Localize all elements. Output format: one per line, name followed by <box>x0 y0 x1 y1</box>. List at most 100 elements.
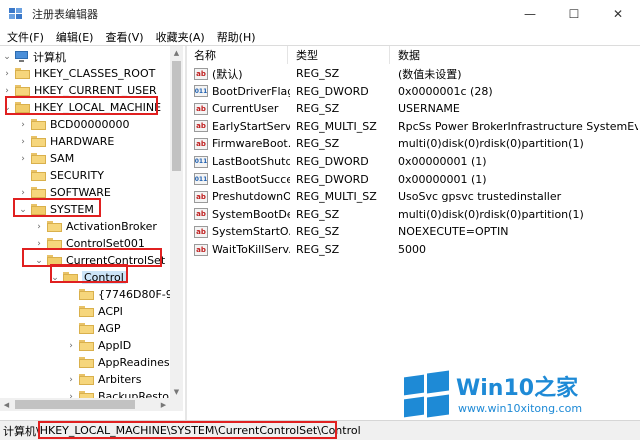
folder-icon <box>79 374 94 385</box>
tree-expander <box>18 167 28 184</box>
scroll-up-icon[interactable]: ▲ <box>170 46 183 59</box>
tree-item[interactable]: › AppID <box>66 337 131 354</box>
tree-item[interactable]: › HKEY_CURRENT_USER <box>2 82 157 99</box>
string-value-icon: ab <box>194 243 208 256</box>
folder-icon <box>31 119 46 130</box>
menu-favorites[interactable]: 收藏夹(A) <box>151 29 210 45</box>
tree-root-computer[interactable]: ⌄ 计算机 <box>2 48 66 65</box>
value-name-cell: 011 LastBootShutd... <box>194 153 290 170</box>
scroll-down-icon[interactable]: ▼ <box>170 385 183 398</box>
value-name: (默认) <box>212 67 243 81</box>
list-item[interactable]: 011 LastBootSucce... REG_DWORD 0x00000001 (… <box>188 171 640 188</box>
value-data-cell: (数值未设置) <box>398 67 462 81</box>
list-item[interactable]: ab CurrentUser REG_SZ USERNAME <box>188 100 640 117</box>
value-type-cell: REG_DWORD <box>296 155 369 168</box>
list-item[interactable]: 011 LastBootShutd... REG_DWORD 0x00000001 (… <box>188 153 640 170</box>
tree-expander[interactable]: › <box>18 150 28 167</box>
tree-item[interactable]: › ControlSet001 <box>34 235 145 252</box>
column-header-data[interactable]: 数据 <box>392 46 640 64</box>
list-header: 名称 类型 数据 <box>188 46 640 64</box>
tree-item[interactable]: ACPI <box>66 303 123 320</box>
tree-expander[interactable]: ⌄ <box>18 201 28 218</box>
tree-item[interactable]: {7746D80F-97 <box>66 286 180 303</box>
tree-item[interactable]: › ActivationBroker <box>34 218 157 235</box>
tree-expander[interactable]: › <box>66 337 76 354</box>
value-data-cell: 5000 <box>398 243 426 256</box>
menu-view[interactable]: 查看(V) <box>100 29 148 45</box>
tree-item-label: AppReadines <box>98 356 170 369</box>
close-button[interactable]: ✕ <box>596 0 640 28</box>
status-path: HKEY_LOCAL_MACHINE\SYSTEM\CurrentControl… <box>39 424 361 437</box>
tree-expander[interactable]: › <box>2 82 12 99</box>
tree-item-label: CurrentControlSet <box>66 254 166 267</box>
value-data-cell: RpcSs Power BrokerInfrastructure SystemE… <box>398 119 638 133</box>
tree-expander[interactable]: ⌄ <box>50 269 60 286</box>
pane-splitter[interactable] <box>185 46 187 420</box>
scroll-thumb[interactable] <box>172 61 181 171</box>
list-item[interactable]: ab EarlyStartServi... REG_MULTI_SZ RpcSs Po… <box>188 118 640 135</box>
scroll-right-icon[interactable]: ▶ <box>157 398 170 411</box>
tree-expander[interactable]: ⌄ <box>2 48 12 65</box>
string-value-icon: ab <box>194 102 208 115</box>
tree-item[interactable]: › BCD00000000 <box>18 116 129 133</box>
folder-icon <box>79 306 94 317</box>
minimize-button[interactable]: — <box>508 0 552 28</box>
list-item[interactable]: ab WaitToKillServ... REG_SZ 5000 <box>188 241 640 258</box>
tree-item[interactable]: › HKEY_CLASSES_ROOT <box>2 65 155 82</box>
tree-horizontal-scrollbar[interactable]: ◀ ▶ <box>0 398 183 411</box>
tree-item-label: HARDWARE <box>50 135 115 148</box>
menu-help[interactable]: 帮助(H) <box>212 29 261 45</box>
value-data-cell: 0x0000001c (28) <box>398 84 493 98</box>
list-item[interactable]: ab (默认) REG_SZ (数值未设置) <box>188 65 640 82</box>
folder-icon <box>31 170 46 181</box>
tree-item[interactable]: AppReadines <box>66 354 170 371</box>
maximize-button[interactable]: ☐ <box>552 0 596 28</box>
tree-item-label: HKEY_CLASSES_ROOT <box>34 67 156 80</box>
tree-expander[interactable]: › <box>66 371 76 388</box>
tree-item[interactable]: ⌄ Control <box>50 269 126 286</box>
list-item[interactable]: ab PreshutdownO... REG_MULTI_SZ UsoSvc gpsv… <box>188 188 640 205</box>
list-item[interactable]: ab SystemBootDe... REG_SZ multi(0)disk(0)rd… <box>188 206 640 223</box>
scroll-thumb-horizontal[interactable] <box>15 400 135 409</box>
scroll-left-icon[interactable]: ◀ <box>0 398 13 411</box>
tree-expander[interactable]: › <box>34 218 44 235</box>
tree-item-label: HKEY_LOCAL_MACHINE <box>34 101 162 114</box>
tree-expander[interactable]: › <box>18 133 28 150</box>
value-name-cell: 011 LastBootSucce... <box>194 171 290 188</box>
tree-item-label: SECURITY <box>50 169 104 182</box>
tree-item-label: ActivationBroker <box>66 220 157 233</box>
tree-expander[interactable]: › <box>18 184 28 201</box>
tree-item-label: ControlSet001 <box>66 237 145 250</box>
tree-item[interactable]: › SOFTWARE <box>18 184 111 201</box>
column-header-type[interactable]: 类型 <box>290 46 390 64</box>
folder-icon <box>79 323 94 334</box>
tree-item[interactable]: ⌄ CurrentControlSet <box>34 252 165 269</box>
folder-icon <box>15 102 30 113</box>
string-value-icon: ab <box>194 67 208 80</box>
list-item[interactable]: ab SystemStartO... REG_SZ NOEXECUTE=OPTIN <box>188 223 640 240</box>
tree-item[interactable]: › SAM <box>18 150 74 167</box>
tree-item[interactable]: › Arbiters <box>66 371 141 388</box>
column-header-name[interactable]: 名称 <box>188 46 288 64</box>
tree-expander[interactable]: › <box>34 235 44 252</box>
tree-expander[interactable]: › <box>18 116 28 133</box>
tree-expander[interactable]: › <box>2 65 12 82</box>
tree-item-label: AGP <box>98 322 121 335</box>
tree-item[interactable]: SECURITY <box>18 167 104 184</box>
tree-expander[interactable]: ⌄ <box>34 252 44 269</box>
value-name-cell: ab WaitToKillServ... <box>194 241 290 258</box>
menu-edit[interactable]: 编辑(E) <box>51 29 99 45</box>
string-value-icon: ab <box>194 208 208 221</box>
folder-icon <box>31 187 46 198</box>
tree-expander[interactable]: ⌄ <box>2 99 12 116</box>
tree-vertical-scrollbar[interactable]: ▲ ▼ <box>170 46 183 398</box>
menu-file[interactable]: 文件(F) <box>2 29 49 45</box>
value-name: EarlyStartServi... <box>212 119 290 133</box>
tree-item[interactable]: › HARDWARE <box>18 133 114 150</box>
tree-item[interactable]: ⌄ HKEY_LOCAL_MACHINE <box>2 99 161 116</box>
tree-item[interactable]: ⌄ SYSTEM <box>18 201 94 218</box>
folder-icon <box>79 289 94 300</box>
list-item[interactable]: ab FirmwareBoot... REG_SZ multi(0)disk(0)rd… <box>188 135 640 152</box>
list-item[interactable]: 011 BootDriverFlags REG_DWORD 0x0000001c (2… <box>188 83 640 100</box>
tree-item[interactable]: AGP <box>66 320 121 337</box>
